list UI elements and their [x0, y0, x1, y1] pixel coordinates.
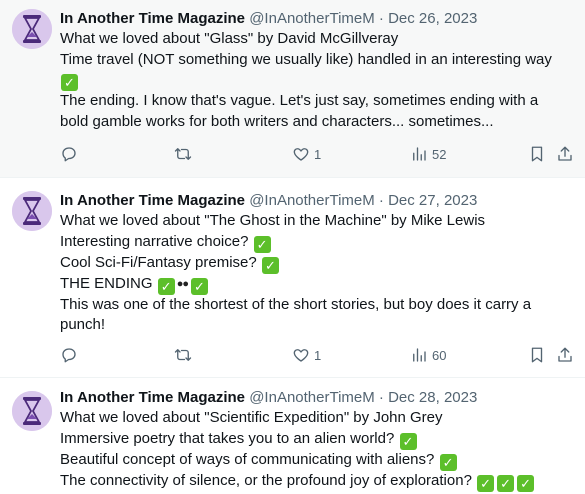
author-handle[interactable]: @InAnotherTimeM	[249, 192, 375, 209]
check-mark-emoji: ✓	[399, 432, 417, 450]
tweet-header: In Another Time Magazine @InAnotherTimeM…	[60, 9, 573, 29]
tweet-text: Beautiful concept of ways of communicati…	[60, 450, 439, 468]
tweet[interactable]: In Another Time Magazine @InAnotherTimeM…	[0, 0, 585, 177]
tweet-date[interactable]: Dec 26, 2023	[388, 10, 477, 27]
tweet-text-line: The connectivity of silence, or the prof…	[60, 471, 573, 492]
tweet-text-line: punch!	[60, 316, 106, 333]
heart-icon	[293, 148, 309, 161]
reply-button[interactable]	[60, 144, 78, 164]
tweet-text: THE ENDING	[60, 274, 157, 292]
check-mark-emoji: ✓	[61, 74, 78, 91]
check-mark-emoji: ✓	[517, 474, 535, 492]
check-mark-emoji: ✓	[253, 235, 271, 253]
bookmark-icon	[531, 347, 543, 363]
check-mark-emoji: ✓	[439, 453, 457, 471]
tweet-text: Immersive poetry that takes you to an al…	[60, 429, 399, 447]
tweet-feed: In Another Time Magazine @InAnotherTimeM…	[0, 0, 585, 494]
tweet-actions: 1 60	[60, 345, 573, 365]
eyes-emoji: ●●	[176, 277, 189, 290]
tweet-text-line: The ending. I know that's vague. Let's j…	[60, 92, 539, 109]
tweet[interactable]: In Another Time Magazine @InAnotherTimeM…	[0, 377, 585, 494]
tweet-actions: 1 52	[60, 144, 573, 164]
share-icon	[558, 347, 572, 362]
like-button[interactable]: 1	[292, 144, 321, 164]
share-icon	[558, 146, 572, 161]
like-count: 1	[314, 347, 322, 363]
tweet-date[interactable]: Dec 28, 2023	[388, 389, 477, 406]
avatar[interactable]	[12, 391, 52, 431]
retweet-button[interactable]	[174, 144, 192, 164]
separator-dot: ·	[378, 10, 384, 27]
tweet-text-line: THE ENDING ✓ ●● ✓	[60, 274, 573, 295]
tweet-text-line: Time travel (NOT something we usually li…	[60, 50, 552, 68]
tweet-text-line: ✓	[60, 70, 573, 91]
avatar[interactable]	[12, 9, 52, 49]
hourglass-icon	[12, 191, 52, 231]
share-button[interactable]	[556, 144, 574, 164]
tweet-text: Interesting narrative choice?	[60, 232, 253, 250]
author-handle[interactable]: @InAnotherTimeM	[249, 389, 375, 406]
tweet-text-line: Interesting narrative choice? ✓	[60, 232, 573, 253]
hourglass-icon	[12, 9, 52, 49]
tweet-text-line: What we loved about "Scientific Expediti…	[60, 409, 443, 426]
views-button[interactable]: 52	[410, 144, 446, 164]
tweet-content: In Another Time Magazine @InAnotherTimeM…	[60, 191, 573, 336]
views-icon	[413, 348, 426, 362]
check-mark-emoji: ✓	[261, 256, 279, 274]
bookmark-button[interactable]	[528, 144, 546, 164]
tweet-text-line: What we loved about "The Ghost in the Ma…	[60, 212, 486, 229]
reply-icon	[62, 147, 76, 162]
hourglass-icon	[12, 391, 52, 431]
tweet-text-line: What we loved about "Glass" by David McG…	[60, 30, 399, 47]
view-count: 60	[432, 347, 447, 363]
share-button[interactable]	[556, 345, 574, 365]
views-icon	[413, 147, 426, 161]
check-mark-emoji: ✓	[157, 277, 175, 295]
tweet-text-line: Immersive poetry that takes you to an al…	[60, 429, 573, 450]
tweet-text: Cool Sci-Fi/Fantasy premise?	[60, 253, 261, 271]
view-count: 52	[432, 146, 447, 162]
check-mark-emoji: ✓	[190, 277, 208, 295]
author-name[interactable]: In Another Time Magazine	[60, 10, 245, 27]
views-button[interactable]: 60	[410, 345, 446, 365]
tweet-header: In Another Time Magazine @InAnotherTimeM…	[60, 191, 573, 211]
tweet-date[interactable]: Dec 27, 2023	[388, 192, 477, 209]
separator-dot: ·	[378, 192, 384, 209]
retweet-button[interactable]	[174, 345, 192, 365]
like-count: 1	[314, 146, 322, 162]
avatar[interactable]	[12, 191, 52, 231]
tweet-header: In Another Time Magazine @InAnotherTimeM…	[60, 388, 573, 408]
bookmark-button[interactable]	[528, 345, 546, 365]
tweet-text-line: Cool Sci-Fi/Fantasy premise? ✓	[60, 253, 573, 274]
tweet[interactable]: In Another Time Magazine @InAnotherTimeM…	[0, 177, 585, 377]
tweet-text-line: Beautiful concept of ways of communicati…	[60, 450, 573, 471]
tweet-content: In Another Time Magazine @InAnotherTimeM…	[60, 9, 573, 132]
heart-icon	[293, 349, 309, 362]
tweet-text-line: This was one of the shortest of the shor…	[60, 295, 532, 313]
reply-button[interactable]	[60, 345, 78, 365]
tweet-content: In Another Time Magazine @InAnotherTimeM…	[60, 388, 573, 492]
like-button[interactable]: 1	[292, 345, 321, 365]
check-mark-emoji: ✓	[477, 474, 495, 492]
bookmark-icon	[531, 146, 543, 162]
tweet-text: The connectivity of silence, or the prof…	[60, 471, 477, 489]
author-name[interactable]: In Another Time Magazine	[60, 389, 245, 406]
separator-dot: ·	[378, 389, 384, 406]
retweet-icon	[174, 148, 192, 160]
retweet-icon	[174, 349, 192, 361]
author-name[interactable]: In Another Time Magazine	[60, 192, 245, 209]
reply-icon	[62, 348, 76, 363]
author-handle[interactable]: @InAnotherTimeM	[249, 10, 375, 27]
check-mark-emoji: ✓	[497, 474, 515, 492]
tweet-text-line: bold gamble works for both writers and c…	[60, 112, 494, 130]
